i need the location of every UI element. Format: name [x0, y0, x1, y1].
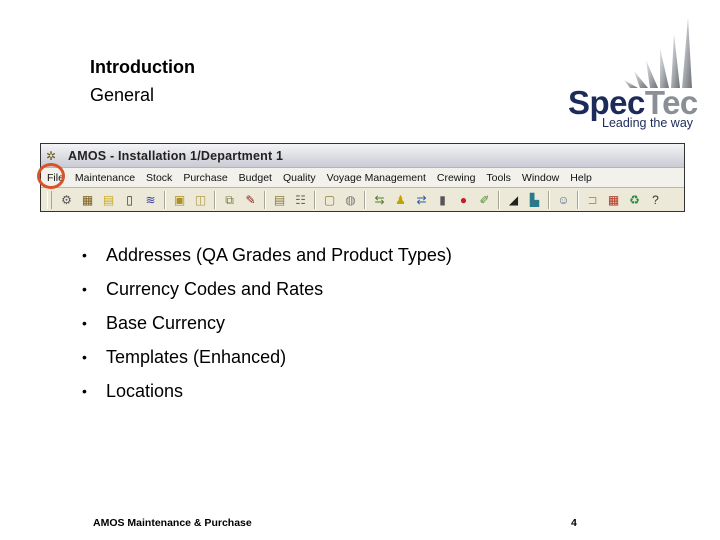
toolbar-separator	[498, 191, 500, 209]
bullet-text: Locations	[106, 381, 184, 401]
document-icon[interactable]: ▯	[120, 191, 139, 209]
calendar-icon[interactable]: ▦	[604, 191, 623, 209]
spectec-logo: SpecTec Leading the way	[566, 16, 698, 136]
components-icon[interactable]: ▦	[78, 191, 97, 209]
slide-footer: AMOS Maintenance & Purchase	[93, 517, 252, 529]
tools-icon[interactable]: ✎	[241, 191, 260, 209]
slide-subtitle: General	[90, 85, 155, 105]
toolbar-grip[interactable]	[47, 191, 52, 209]
window-title: AMOS - Installation 1/Department 1	[68, 148, 284, 163]
toolbar-separator	[364, 191, 366, 209]
logo-wordmark: SpecTec	[568, 86, 698, 119]
folder-add-icon[interactable]: ▣	[170, 191, 189, 209]
window-titlebar: ✲ AMOS - Installation 1/Department 1	[41, 144, 684, 168]
bullet-icon: •	[82, 349, 87, 365]
amos-app-icon: ✲	[46, 148, 57, 163]
lock-icon[interactable]: ●	[454, 191, 473, 209]
toolbar-separator	[164, 191, 166, 209]
ship-icon[interactable]: ◢	[504, 191, 523, 209]
paint-icon[interactable]: ✐	[475, 191, 494, 209]
bullet-icon: •	[82, 383, 87, 399]
bullet-item: • Base Currency	[82, 312, 452, 346]
toolbar-separator	[314, 191, 316, 209]
bullet-text: Currency Codes and Rates	[106, 279, 324, 299]
bullet-item: • Currency Codes and Rates	[82, 278, 452, 312]
bullet-text: Templates (Enhanced)	[106, 347, 287, 367]
menu-purchase[interactable]: Purchase	[178, 172, 233, 184]
settings-icon[interactable]: ⚙	[57, 191, 76, 209]
toolbar-separator	[264, 191, 266, 209]
toolbar-separator	[214, 191, 216, 209]
menu-maintenance[interactable]: Maintenance	[70, 172, 141, 184]
bullet-item: • Templates (Enhanced)	[82, 346, 452, 380]
menu-help[interactable]: Help	[565, 172, 598, 184]
menu-stock[interactable]: Stock	[141, 172, 178, 184]
toolbar-separator	[577, 191, 579, 209]
menu-crewing[interactable]: Crewing	[432, 172, 482, 184]
vessel-icon[interactable]: ▙	[525, 191, 544, 209]
bullet-list: • Addresses (QA Grades and Product Types)…	[82, 244, 452, 414]
transfer-icon[interactable]: ⇆	[370, 191, 389, 209]
bullet-item: • Locations	[82, 380, 452, 414]
page-number: 4	[571, 517, 577, 529]
help-icon[interactable]: ?	[646, 191, 665, 209]
clipboard-list-icon[interactable]: ☷	[291, 191, 310, 209]
folder-open-icon[interactable]: ◫	[191, 191, 210, 209]
bullet-icon: •	[82, 247, 87, 263]
folder-icon[interactable]: ⊐	[583, 191, 602, 209]
toolbar-separator	[548, 191, 550, 209]
clipboard-icon[interactable]: ▤	[270, 191, 289, 209]
recycle-icon[interactable]: ♻	[625, 191, 644, 209]
menu-quality[interactable]: Quality	[278, 172, 322, 184]
menu-bar: File Maintenance Stock Purchase Budget Q…	[41, 168, 684, 188]
swap-icon[interactable]: ⇄	[412, 191, 431, 209]
menu-window[interactable]: Window	[517, 172, 565, 184]
file-menu-highlight-circle	[37, 163, 65, 189]
person-icon[interactable]: ♟	[391, 191, 410, 209]
bullet-icon: •	[82, 315, 87, 331]
menu-voyage-management[interactable]: Voyage Management	[322, 172, 432, 184]
bin-icon[interactable]: ▮	[433, 191, 452, 209]
copy-windows-icon[interactable]: ⧉	[220, 191, 239, 209]
stamp-icon[interactable]: ◍	[341, 191, 360, 209]
clipboard-empty-icon[interactable]: ▢	[320, 191, 339, 209]
slide-title: Introduction	[90, 57, 195, 77]
bullet-item: • Addresses (QA Grades and Product Types)	[82, 244, 452, 278]
bullet-text: Addresses (QA Grades and Product Types)	[106, 245, 452, 265]
crew-icon[interactable]: ☺	[554, 191, 573, 209]
app-window-screenshot: ✲ AMOS - Installation 1/Department 1 Fil…	[40, 143, 685, 212]
menu-budget[interactable]: Budget	[234, 172, 278, 184]
structure-icon[interactable]: ≋	[141, 191, 160, 209]
logo-rays-icon	[624, 18, 692, 88]
bullet-text: Base Currency	[106, 313, 226, 333]
toolbar: ⚙ ▦ ▤ ▯ ≋ ▣ ◫ ⧉ ✎ ▤ ☷ ▢ ◍ ⇆ ♟ ⇄ ▮ ● ✐ ◢ …	[41, 188, 684, 211]
bullet-icon: •	[82, 281, 87, 297]
logo-tagline: Leading the way	[602, 116, 694, 130]
list-icon[interactable]: ▤	[99, 191, 118, 209]
menu-tools[interactable]: Tools	[481, 172, 517, 184]
